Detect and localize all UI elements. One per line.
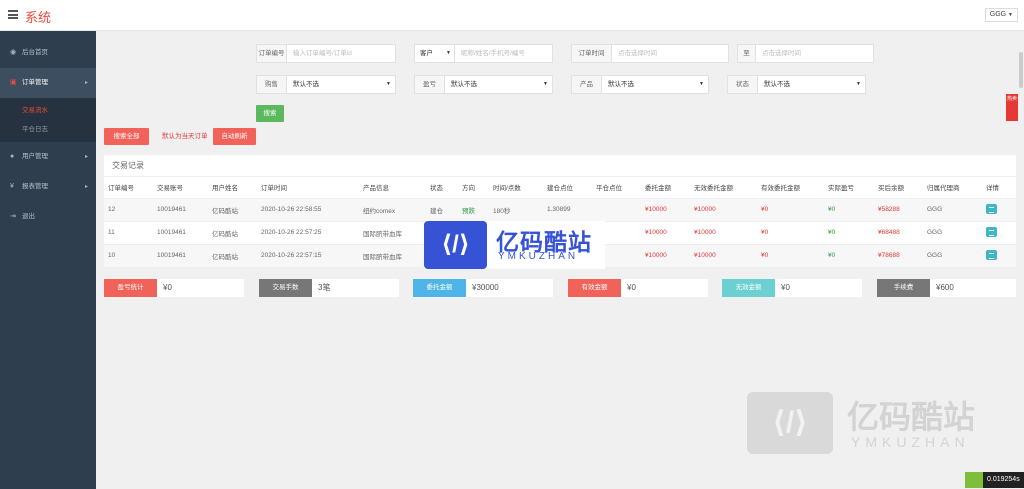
stat-profit: 盈亏统计 ¥0	[104, 279, 244, 297]
filter-row-2: 购售 默认不选 ▼ 盈亏 默认不选 ▼ 产品 默认不选 ▼ 状态 默认不选 ▼	[256, 75, 884, 94]
debug-timer[interactable]: 0.019254s	[965, 472, 1024, 488]
sidebar-subitem-trade-flow[interactable]: 交易流水	[0, 101, 96, 120]
hot-sale-badge[interactable]: 热卖	[1006, 94, 1018, 121]
search-button[interactable]: 搜索	[256, 105, 284, 122]
app-title: 系统	[25, 10, 52, 25]
report-icon: ¥	[10, 183, 14, 190]
stat-trade-count: 交易手数 3笔	[259, 279, 399, 297]
detail-icon[interactable]	[986, 249, 997, 260]
dashboard-icon: ◉	[10, 49, 17, 56]
detail-icon[interactable]	[986, 203, 997, 214]
customer-select[interactable]: 客户 ▼	[415, 45, 455, 62]
watermark-logo: ⟨/⟩ 亿码酷站 YMKUZHAN	[424, 221, 605, 269]
table-row: 12 10019461 亿码酷站 2020-10-26 22:58:55 纽约c…	[104, 198, 1016, 222]
leaf-icon	[965, 472, 983, 488]
logout-icon: ⇥	[10, 213, 16, 220]
order-time-start-field[interactable]: 订单时间 点击选择时间	[571, 44, 729, 63]
stat-invalid-amount: 无效金额 ¥0	[722, 279, 862, 297]
chevron-down-icon: ▼	[856, 81, 861, 87]
sidebar-submenu-orders: 交易流水 平仓日志	[0, 98, 96, 142]
auto-refresh-button[interactable]: 自动刷新	[213, 128, 256, 145]
chevron-down-icon: ▼	[699, 81, 704, 87]
scrollbar[interactable]	[1019, 52, 1023, 88]
user-name: GGG	[989, 11, 1007, 18]
chevron-down-icon: ▼	[1008, 12, 1013, 18]
stat-valid-amount: 有效金额 ¥0	[568, 279, 708, 297]
default-order-note: 默认为当天订单	[162, 133, 208, 140]
sidebar-item-orders[interactable]: ▣ 订单管理 ▸	[0, 68, 96, 98]
chevron-down-icon: ▼	[386, 81, 391, 87]
panel-title: 交易记录	[104, 155, 1016, 177]
chevron-down-icon: ▼	[446, 50, 451, 56]
order-time-end-field[interactable]: 至 点击选择时间	[737, 44, 874, 63]
order-no-field[interactable]: 订单编号 输入订单编号/订单id	[256, 44, 396, 63]
stat-entrust-amount: 委托金额 ¥30000	[413, 279, 553, 297]
chevron-right-icon: ▸	[84, 154, 88, 160]
chevron-down-icon: ▼	[543, 81, 548, 87]
product-select[interactable]: 产品 默认不选 ▼	[571, 75, 709, 94]
chevron-right-icon: ▸	[84, 184, 88, 190]
status-select[interactable]: 状态 默认不选 ▼	[727, 75, 866, 94]
buy-sell-select[interactable]: 购售 默认不选 ▼	[256, 75, 396, 94]
user-menu[interactable]: GGG ▼	[984, 8, 1018, 22]
sidebar: ◉ 后台首页 ▣ 订单管理 ▸ 交易流水 平仓日志 ● 用户管理 ▸ ¥ 报表管理 ▸ ⇥ 退出	[0, 31, 96, 489]
menu-toggle-icon[interactable]	[8, 10, 18, 19]
sidebar-item-reports[interactable]: ¥ 报表管理 ▸	[0, 172, 96, 202]
top-bar: 系统 GGG ▼	[0, 0, 1024, 31]
background-watermark: ⟨/⟩ 亿码酷站 YMKUZHAN	[747, 392, 992, 454]
sidebar-item-users[interactable]: ● 用户管理 ▸	[0, 142, 96, 172]
sidebar-subitem-close-log[interactable]: 平仓日志	[0, 120, 96, 139]
customer-field[interactable]: 客户 ▼ 昵称/姓名/手机号/编号	[414, 44, 553, 63]
stat-fee: 手续费 ¥600	[877, 279, 1016, 297]
detail-icon[interactable]	[986, 226, 997, 237]
order-icon: ▣	[10, 79, 17, 86]
chevron-right-icon: ▸	[84, 80, 88, 86]
sidebar-item-logout[interactable]: ⇥ 退出	[0, 202, 96, 232]
code-brackets-icon: ⟨/⟩	[424, 221, 487, 269]
profit-select[interactable]: 盈亏 默认不选 ▼	[414, 75, 553, 94]
code-brackets-icon: ⟨/⟩	[747, 392, 833, 454]
user-icon: ●	[10, 153, 15, 160]
filter-row-1: 订单编号 输入订单编号/订单id 客户 ▼ 昵称/姓名/手机号/编号 订单时间 点…	[256, 44, 892, 63]
search-all-button[interactable]: 搜索全部	[104, 128, 149, 145]
sidebar-item-dashboard[interactable]: ◉ 后台首页	[0, 38, 96, 68]
